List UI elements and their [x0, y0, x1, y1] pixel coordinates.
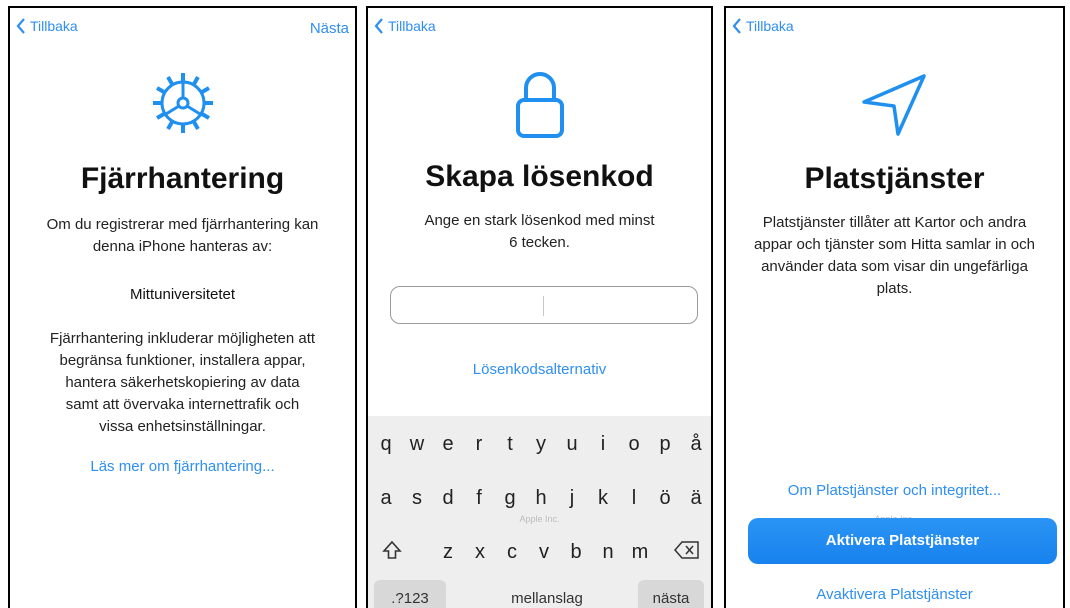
key-s[interactable]: s [403, 478, 431, 518]
screen-create-passcode: Tillbaka Skapa lösenkod Ange en stark lö… [366, 6, 713, 608]
intro-text: Om du registrerar med fjärrhantering kan… [46, 216, 319, 255]
key-j[interactable]: j [558, 478, 586, 518]
key-å[interactable]: å [682, 424, 710, 464]
key-q[interactable]: q [372, 424, 400, 464]
key-i[interactable]: i [589, 424, 617, 464]
next-button[interactable]: Nästa [310, 20, 349, 37]
back-label: Tillbaka [388, 18, 436, 34]
keyboard: qwertyuiopå asdfghjklöä Apple Inc. zxcvb… [368, 416, 711, 608]
location-arrow-icon [861, 74, 926, 136]
space-key[interactable]: mellanslag [462, 580, 632, 608]
shift-icon [382, 540, 402, 559]
key-y[interactable]: y [527, 424, 555, 464]
passcode-options-link[interactable]: Lösenkodsalternativ [368, 361, 711, 378]
key-u[interactable]: u [558, 424, 586, 464]
page-title: Platstjänster [804, 162, 985, 195]
key-d[interactable]: d [434, 478, 462, 518]
key-w[interactable]: w [403, 424, 431, 464]
key-g[interactable]: g [496, 478, 524, 518]
screen-remote-management: Tillbaka Nästa Fjärrhantering Om du regi… [8, 6, 357, 608]
key-ä[interactable]: ä [682, 478, 710, 518]
delete-icon [674, 541, 699, 559]
key-k[interactable]: k [589, 478, 617, 518]
text-caret [543, 296, 544, 316]
key-f[interactable]: f [465, 478, 493, 518]
back-button[interactable]: Tillbaka [16, 18, 78, 34]
description-text: Fjärrhantering inkluderar möjligheten at… [49, 330, 316, 435]
key-v[interactable]: v [530, 532, 558, 572]
key-l[interactable]: l [620, 478, 648, 518]
learn-more-link[interactable]: Läs mer om fjärrhantering... [10, 458, 355, 475]
key-e[interactable]: e [434, 424, 462, 464]
key-m[interactable]: m [626, 532, 654, 572]
delete-key[interactable] [669, 532, 705, 568]
screen-location-services: Tillbaka Platstjänster Platstjänster til… [724, 6, 1065, 608]
disable-location-link[interactable]: Avaktivera Platstjänster [726, 586, 1063, 603]
key-r[interactable]: r [465, 424, 493, 464]
lock-icon [515, 72, 564, 138]
back-label: Tillbaka [30, 18, 78, 34]
key-h[interactable]: h [527, 478, 555, 518]
enable-location-button[interactable]: Aktivera Platstjänster [748, 518, 1057, 564]
passcode-input[interactable] [390, 286, 698, 324]
page-title: Skapa lösenkod [425, 160, 654, 193]
chevron-left-icon [732, 18, 741, 34]
chevron-left-icon [16, 18, 25, 34]
page-title: Fjärrhantering [80, 162, 285, 195]
key-n[interactable]: n [594, 532, 622, 572]
key-p[interactable]: p [651, 424, 679, 464]
next-key[interactable]: nästa [638, 580, 704, 608]
numbers-key[interactable]: .?123 [374, 580, 446, 608]
key-a[interactable]: a [372, 478, 400, 518]
key-b[interactable]: b [562, 532, 590, 572]
key-x[interactable]: x [466, 532, 494, 572]
back-label: Tillbaka [746, 18, 794, 34]
back-button[interactable]: Tillbaka [374, 18, 436, 34]
key-t[interactable]: t [496, 424, 524, 464]
key-ö[interactable]: ö [651, 478, 679, 518]
instruction-text: Ange en stark lösenkod med minst 6 tecke… [424, 212, 655, 251]
privacy-link[interactable]: Om Platstjänster och integritet... [726, 482, 1063, 499]
gear-icon [152, 73, 213, 133]
organization-name: Mittuniversitetet [129, 286, 236, 303]
back-button[interactable]: Tillbaka [732, 18, 794, 34]
faint-footer-text: Apple Inc. [519, 514, 560, 524]
key-o[interactable]: o [620, 424, 648, 464]
chevron-left-icon [374, 18, 383, 34]
key-c[interactable]: c [498, 532, 526, 572]
description-text: Platstjänster tillåter att Kartor och an… [754, 214, 1035, 297]
key-z[interactable]: z [434, 532, 462, 572]
shift-key[interactable] [374, 532, 410, 568]
